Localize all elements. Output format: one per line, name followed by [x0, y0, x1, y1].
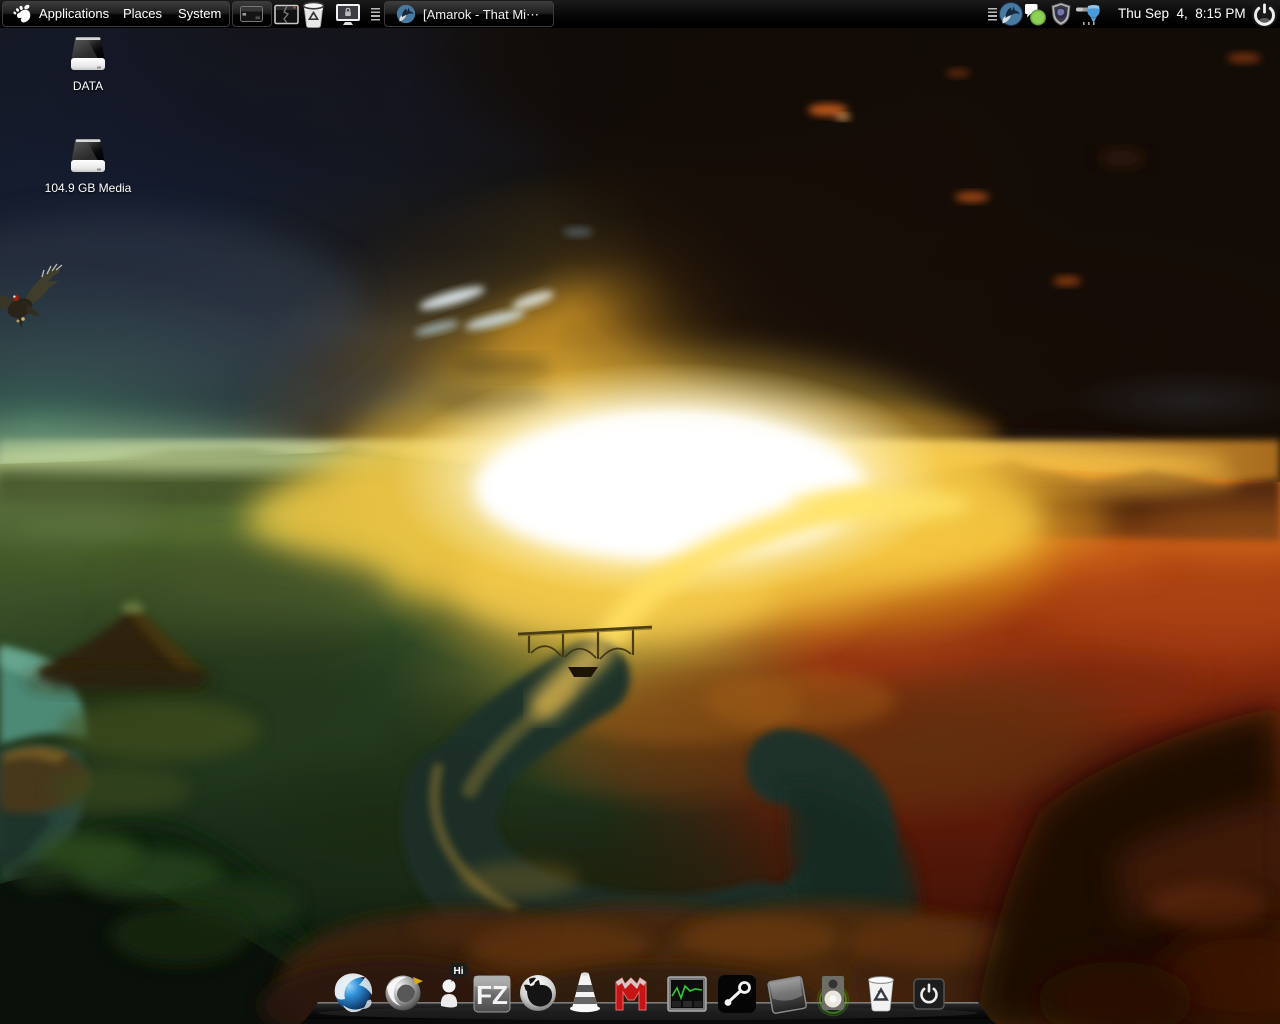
svg-text:Hi: Hi [454, 966, 464, 977]
svg-text:FZ: FZ [476, 980, 508, 1010]
